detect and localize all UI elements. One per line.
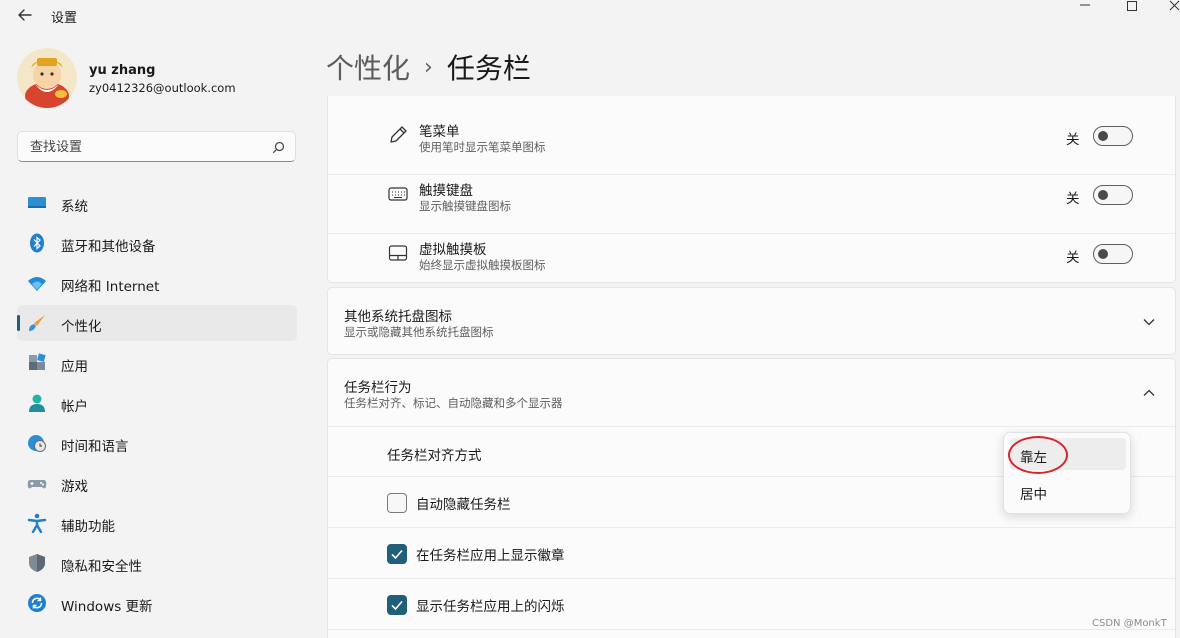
bluetooth-icon (30, 233, 44, 253)
pen-menu-toggle[interactable] (1093, 126, 1133, 146)
checkmark-icon (391, 600, 403, 611)
show-badges-label[interactable]: 在任务栏应用上显示徽章 (416, 544, 565, 564)
sidebar-item-personalization[interactable]: 个性化 (17, 305, 297, 341)
pen-icon (390, 126, 407, 143)
wifi-icon (28, 277, 46, 291)
divider (328, 174, 1175, 175)
sidebar-item-windows-update[interactable]: Windows 更新 (17, 585, 297, 621)
alignment-option-center[interactable]: 居中 (1010, 475, 1126, 507)
settings-content: 笔菜单 使用笔时显示笔菜单图标 关 触摸键盘 显示触摸键盘图标 关 虚拟触摸板 … (326, 96, 1177, 638)
person-icon (29, 394, 45, 412)
sidebar-item-label: 网络和 Internet (61, 279, 160, 295)
shield-icon (29, 554, 45, 572)
taskbar-behaviors-subtitle: 任务栏对齐、标记、自动隐藏和多个显示器 (344, 396, 563, 410)
breadcrumb-parent[interactable]: 个性化 (326, 47, 410, 87)
sidebar-item-label: 应用 (61, 359, 88, 375)
touch-keyboard-toggle[interactable] (1093, 185, 1133, 205)
minimize-button[interactable] (1062, 0, 1108, 20)
auto-hide-taskbar-checkbox[interactable] (387, 493, 407, 513)
back-button[interactable] (14, 4, 36, 26)
breadcrumb-separator: › (424, 54, 433, 80)
sidebar-item-label: 系统 (61, 199, 88, 215)
search-input[interactable] (28, 132, 272, 163)
show-badges-checkbox[interactable] (387, 544, 407, 564)
keyboard-icon (388, 187, 408, 201)
avatar-image (17, 48, 77, 108)
touch-keyboard-toggle-state: 关 (1066, 191, 1080, 207)
touch-keyboard-subtitle: 显示触摸键盘图标 (419, 199, 511, 213)
taskbar-behaviors-title: 任务栏行为 (344, 380, 412, 396)
avatar[interactable] (17, 48, 77, 108)
sidebar-item-label: 个性化 (61, 319, 102, 335)
sidebar-item-accounts[interactable]: 帐户 (17, 385, 297, 421)
minimize-icon (1080, 4, 1090, 6)
user-email: zy0412326@outlook.com (89, 81, 236, 95)
page-title: 任务栏 (446, 52, 531, 85)
sidebar-item-network[interactable]: 网络和 Internet (17, 265, 297, 301)
sidebar-item-accessibility[interactable]: 辅助功能 (17, 505, 297, 541)
virtual-touchpad-toggle[interactable] (1093, 244, 1133, 264)
maximize-button[interactable] (1109, 0, 1155, 20)
monitor-icon (28, 197, 46, 208)
user-name: yu zhang (89, 63, 156, 78)
sidebar-item-gaming[interactable]: 游戏 (17, 465, 297, 501)
search-box[interactable] (17, 131, 296, 163)
taskbar-alignment-label: 任务栏对齐方式 (387, 448, 482, 464)
sidebar-item-time-language[interactable]: 时间和语言 (17, 425, 297, 461)
pen-menu-toggle-state: 关 (1066, 132, 1080, 148)
alignment-option-label: 居中 (1020, 487, 1047, 503)
title-bar: 设置 (0, 0, 1180, 32)
annotation-circle (1008, 436, 1068, 474)
sidebar-item-label: 隐私和安全性 (61, 559, 142, 575)
gamepad-icon (27, 480, 47, 489)
apps-icon (29, 353, 46, 370)
sidebar-item-bluetooth[interactable]: 蓝牙和其他设备 (17, 225, 297, 261)
divider (328, 629, 1175, 630)
search-icon[interactable] (272, 141, 285, 154)
sidebar-item-label: Windows 更新 (61, 599, 153, 615)
sidebar-item-apps[interactable]: 应用 (17, 345, 297, 381)
sidebar-item-label: 游戏 (61, 479, 88, 495)
close-button[interactable] (1158, 0, 1180, 20)
arrow-left-icon (18, 9, 32, 21)
chevron-up-icon[interactable] (1142, 386, 1156, 400)
virtual-touchpad-title: 虚拟触摸板 (419, 242, 487, 258)
sidebar-item-system[interactable]: 系统 (17, 185, 297, 221)
chevron-down-icon[interactable] (1142, 315, 1156, 329)
divider (328, 426, 1175, 427)
auto-hide-taskbar-label[interactable]: 自动隐藏任务栏 (416, 493, 511, 513)
pen-menu-title: 笔菜单 (419, 124, 460, 140)
divider (328, 578, 1175, 579)
sidebar-item-label: 蓝牙和其他设备 (61, 239, 156, 255)
other-tray-icons-title: 其他系统托盘图标 (344, 309, 452, 325)
sidebar-item-label: 帐户 (61, 399, 88, 415)
update-icon (28, 594, 46, 612)
other-tray-icons-subtitle: 显示或隐藏其他系统托盘图标 (344, 325, 494, 339)
accessibility-icon (27, 513, 47, 533)
brush-icon (29, 315, 45, 331)
sidebar-item-label: 时间和语言 (61, 439, 129, 455)
divider (328, 233, 1175, 234)
close-icon (1169, 0, 1180, 11)
show-flashing-checkbox[interactable] (387, 595, 407, 615)
sidebar-item-privacy[interactable]: 隐私和安全性 (17, 545, 297, 581)
other-tray-icons-expander[interactable]: 其他系统托盘图标 显示或隐藏其他系统托盘图标 (327, 287, 1176, 355)
sidebar-item-label: 辅助功能 (61, 519, 115, 535)
sidebar-nav: 系统 蓝牙和其他设备 网络和 Internet 个性化 应用 帐户 时间和语言 … (17, 185, 297, 625)
watermark: CSDN @MonkT (1092, 618, 1167, 629)
virtual-touchpad-toggle-state: 关 (1066, 250, 1080, 266)
divider (328, 527, 1175, 528)
touchpad-icon (388, 245, 408, 261)
taskbar-icons-card: 笔菜单 使用笔时显示笔菜单图标 关 触摸键盘 显示触摸键盘图标 关 虚拟触摸板 … (327, 96, 1176, 283)
app-title: 设置 (51, 11, 78, 26)
breadcrumb: 个性化 › 任务栏 (326, 47, 531, 87)
virtual-touchpad-subtitle: 始终显示虚拟触摸板图标 (419, 258, 546, 272)
checkmark-icon (391, 549, 403, 560)
pen-menu-subtitle: 使用笔时显示笔菜单图标 (419, 140, 546, 154)
show-flashing-label[interactable]: 显示任务栏应用上的闪烁 (416, 595, 565, 615)
touch-keyboard-title: 触摸键盘 (419, 183, 473, 199)
maximize-icon (1127, 1, 1137, 11)
globe-clock-icon (28, 435, 46, 452)
